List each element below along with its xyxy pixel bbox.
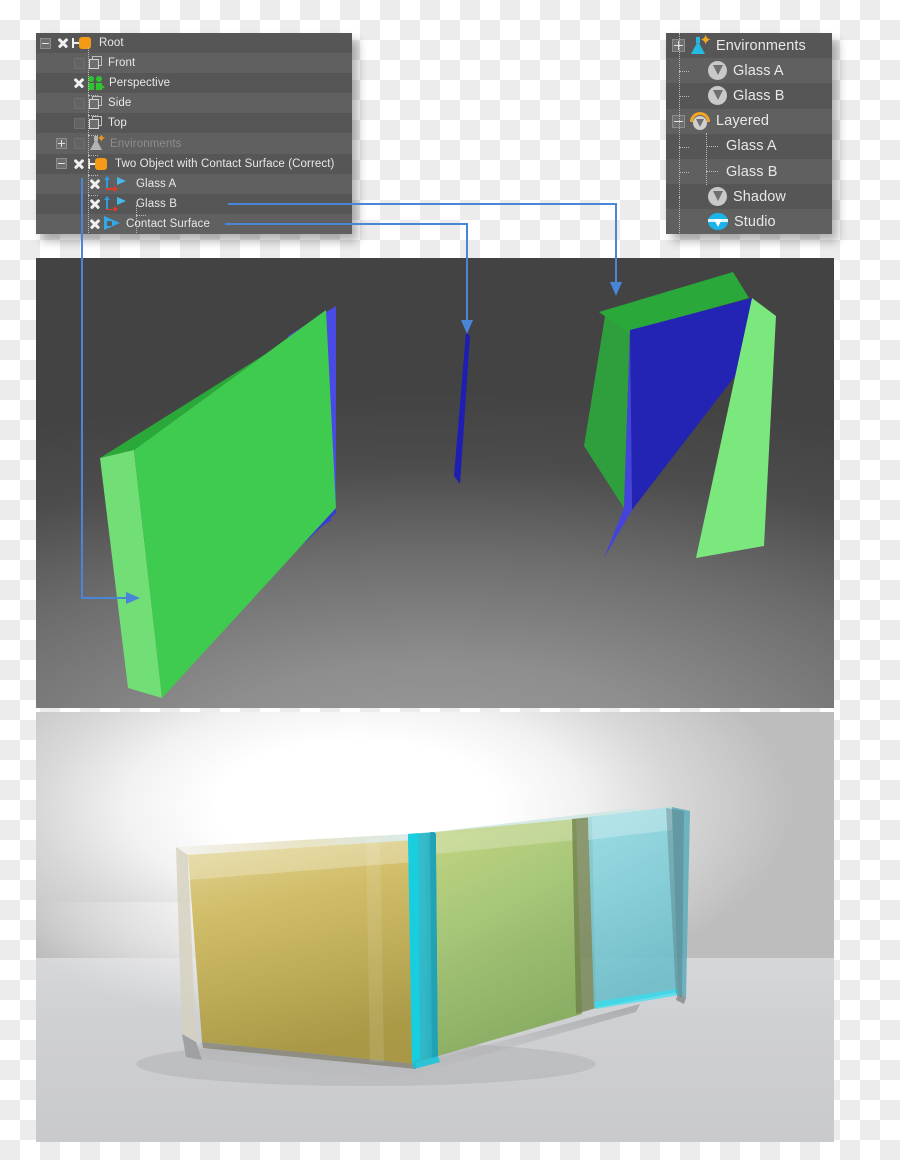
studio-env-icon bbox=[708, 212, 728, 231]
tree-row[interactable]: Perspective bbox=[36, 73, 352, 94]
tree-guide-line bbox=[706, 133, 707, 185]
tree-row-label: Glass B bbox=[136, 197, 177, 210]
root-node-icon bbox=[88, 157, 110, 171]
visibility-check-icon[interactable] bbox=[89, 178, 101, 190]
tree-guide-line bbox=[88, 47, 89, 234]
tree-row[interactable]: ✦ Environments bbox=[36, 133, 352, 154]
cube-icon bbox=[88, 95, 103, 111]
tree-guide-line bbox=[679, 172, 689, 173]
contact-triangle-icon bbox=[104, 216, 121, 231]
tree-row[interactable]: Glass A bbox=[36, 173, 352, 194]
material-v-icon bbox=[708, 187, 727, 207]
tree-guide-line bbox=[88, 175, 98, 176]
tree-row[interactable]: Layered bbox=[666, 108, 832, 134]
tree-row[interactable]: Side bbox=[36, 93, 352, 114]
flag-icon bbox=[117, 196, 129, 208]
tree-row-label: Root bbox=[99, 37, 124, 50]
visibility-checkbox[interactable] bbox=[73, 57, 85, 69]
tree-guide-line bbox=[706, 146, 718, 147]
tree-guide-line bbox=[136, 205, 137, 234]
tree-row-label: Studio bbox=[734, 213, 776, 230]
tree-row[interactable]: Glass B bbox=[36, 193, 352, 214]
tree-guide-line bbox=[88, 135, 98, 136]
visibility-check-icon[interactable] bbox=[73, 77, 85, 89]
tree-row-label: Shadow bbox=[733, 188, 786, 205]
environment-tree-panel[interactable]: ✦ Environments Glass A Glass B Layered Glass … bbox=[666, 33, 832, 234]
tree-row-label: Environments bbox=[110, 137, 182, 150]
visibility-check-icon[interactable] bbox=[89, 218, 101, 230]
tree-row-label: Contact Surface bbox=[126, 217, 210, 230]
tree-guide-line bbox=[679, 96, 689, 97]
tree-guide-line bbox=[706, 171, 718, 172]
flag-icon bbox=[117, 176, 129, 188]
tree-guide-line bbox=[88, 195, 98, 196]
visibility-check-icon[interactable] bbox=[89, 198, 101, 210]
tree-row[interactable]: Glass B bbox=[666, 158, 832, 185]
perspective-camera-icon bbox=[88, 76, 105, 91]
visibility-check-icon[interactable] bbox=[73, 158, 85, 170]
tree-row-label: Environments bbox=[716, 37, 806, 54]
tree-row[interactable]: Contact Surface bbox=[36, 213, 352, 234]
visibility-checkbox[interactable] bbox=[73, 138, 85, 150]
tree-row[interactable]: ✦ Environments bbox=[666, 33, 832, 59]
material-v-icon bbox=[708, 86, 727, 106]
axis-flag-icon bbox=[104, 196, 131, 213]
tree-row-label: Front bbox=[108, 57, 136, 70]
tree-guide-line bbox=[679, 197, 680, 234]
tree-row[interactable]: Root bbox=[36, 33, 352, 54]
tree-row[interactable]: Studio bbox=[666, 209, 832, 234]
environments-flask-icon: ✦ bbox=[88, 134, 106, 151]
tree-row-label: Two Object with Contact Surface (Correct… bbox=[115, 157, 335, 170]
tree-row-label: Glass B bbox=[726, 163, 778, 180]
tree-guide-line bbox=[88, 155, 98, 156]
tree-guide-line bbox=[88, 95, 98, 96]
tree-row[interactable]: Top bbox=[36, 113, 352, 134]
tree-row-label: Glass A bbox=[726, 138, 777, 155]
collapse-icon[interactable] bbox=[56, 158, 67, 170]
axis-flag-icon bbox=[104, 176, 131, 192]
tree-row-label: Layered bbox=[716, 113, 770, 130]
glass-a-slab-3d bbox=[100, 306, 336, 698]
glass-b-slab-3d bbox=[584, 272, 776, 558]
tree-row[interactable]: Front bbox=[36, 53, 352, 74]
tree-row-label: Glass B bbox=[733, 87, 785, 104]
material-v-icon bbox=[708, 61, 727, 81]
tree-row-label: Glass A bbox=[733, 62, 784, 79]
raytraced-glass-viewport[interactable] bbox=[36, 712, 834, 1142]
collapse-icon[interactable] bbox=[40, 37, 51, 49]
cube-icon bbox=[88, 115, 103, 131]
shaded-3d-viewport[interactable]: Glass A slab Contact Surface sliver Glas… bbox=[36, 258, 834, 708]
axis-gizmo-icon bbox=[104, 196, 118, 213]
glass-a-render bbox=[176, 834, 416, 1069]
visibility-checkbox[interactable] bbox=[73, 117, 85, 129]
scene-tree-panel[interactable]: Root Front Perspective Side Top ✦ Environments… bbox=[36, 33, 352, 234]
tree-row[interactable]: Shadow bbox=[666, 184, 832, 210]
tree-row-label: Glass A bbox=[136, 177, 177, 190]
contact-surface-sliver-3d bbox=[454, 332, 470, 484]
cube-icon bbox=[88, 55, 103, 71]
tree-row[interactable]: Glass A bbox=[666, 58, 832, 84]
tree-row-label: Side bbox=[108, 97, 132, 110]
tree-row[interactable]: Glass A bbox=[666, 133, 832, 159]
contact-surface-render bbox=[408, 832, 440, 1069]
tree-row-label: Perspective bbox=[109, 77, 171, 90]
tree-row[interactable]: Glass B bbox=[666, 83, 832, 109]
visibility-check-icon[interactable] bbox=[57, 37, 69, 49]
glass-b-render bbox=[434, 807, 690, 1056]
environments-flask-color-icon: ✦ bbox=[690, 33, 712, 55]
tree-guide-line bbox=[679, 147, 689, 148]
tree-row[interactable]: Two Object with Contact Surface (Correct… bbox=[36, 153, 352, 174]
tree-row-label: Top bbox=[108, 117, 127, 130]
layered-env-icon bbox=[690, 111, 710, 131]
axis-gizmo-icon bbox=[104, 176, 118, 192]
root-node-icon bbox=[72, 36, 94, 50]
tree-guide-line bbox=[136, 215, 146, 216]
visibility-checkbox[interactable] bbox=[73, 97, 85, 109]
tree-guide-line bbox=[88, 115, 98, 116]
expand-icon[interactable] bbox=[56, 138, 67, 150]
tree-guide-line bbox=[679, 71, 689, 72]
